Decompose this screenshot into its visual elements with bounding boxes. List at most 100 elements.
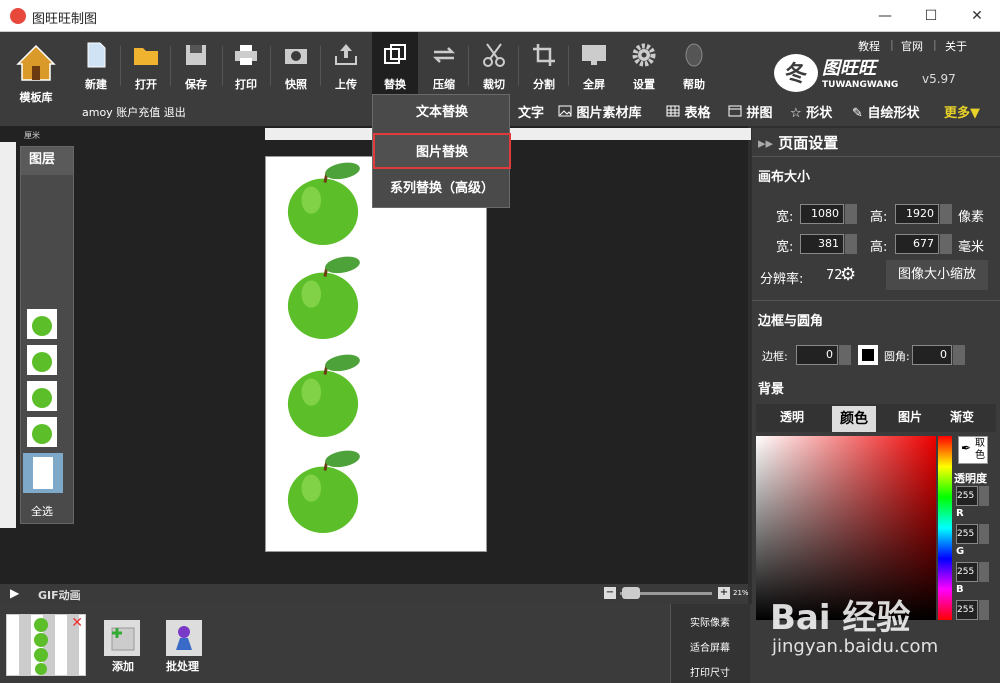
frame-thumb[interactable]: ✕ [6,614,86,676]
scissors-icon [483,43,505,67]
layer-thumb[interactable] [27,345,57,375]
more-button[interactable]: 更多▼ [944,102,980,121]
layers-panel: 图层 全选 [20,146,74,524]
red-stepper[interactable] [979,524,989,544]
layer-thumb[interactable] [27,309,57,339]
zoom-handle[interactable] [622,587,640,599]
maximize-button[interactable]: ☐ [908,0,954,32]
apple-icon [32,316,52,336]
link-about[interactable]: 关于 [945,38,967,54]
text-replace-item[interactable]: 文本替换 [373,95,511,131]
zoom-in-button[interactable]: + [718,587,730,599]
hue-slider[interactable] [938,436,952,620]
cut-button[interactable]: 裁切 [472,36,516,96]
minimize-button[interactable]: — [862,0,908,32]
delete-frame-icon[interactable]: ✕ [71,615,83,631]
layer-thumb[interactable] [27,381,57,411]
table-icon [666,105,680,117]
image-replace-item[interactable]: 图片替换 [373,133,511,169]
zoom-out-button[interactable]: − [604,587,616,599]
eyedropper-button[interactable]: ✒ 取色 [958,436,988,464]
series-replace-item[interactable]: 系列替换（高级） [373,171,511,207]
apple-image[interactable] [284,353,362,441]
height-mm-input[interactable]: 677 [895,234,939,254]
table-tool[interactable]: 表格 [666,102,711,121]
blue-stepper[interactable] [979,600,989,620]
play-icon[interactable]: ▶ [10,586,19,600]
monitor-icon [582,45,606,65]
design-canvas[interactable] [265,156,487,552]
radius-input[interactable]: 0 [912,345,952,365]
height-px-input[interactable]: 1920 [895,204,939,224]
apple-image[interactable] [284,255,362,343]
eyedropper-icon: ✒ [961,441,972,455]
star-icon: ☆ [790,106,802,121]
watermark-logo: Bai 经验 [770,598,911,638]
gif-bar: ▶ GIF动画 − + 21% [0,584,749,604]
save-button[interactable]: 保存 [174,36,218,96]
collage-tool[interactable]: 拼图 [728,102,773,121]
save-icon [186,45,206,65]
replace-button[interactable]: 替换 [372,32,418,96]
gif-label[interactable]: GIF动画 [38,587,81,603]
snapshot-button[interactable]: 快照 [274,36,318,96]
template-library-button[interactable]: 模板库 [10,44,62,105]
apple-image[interactable] [284,449,362,537]
width-mm-input[interactable]: 381 [800,234,844,254]
actual-pixels-button[interactable]: 实际像素 [690,614,730,629]
open-button[interactable]: 打开 [124,36,168,96]
tab-transparent[interactable]: 透明 [780,408,804,425]
red-input[interactable]: 255 [956,524,978,544]
crop-icon [533,44,555,66]
settings-button[interactable]: 设置 [622,36,666,96]
window-title: 图旺旺制图 [32,12,98,27]
height-px-stepper[interactable] [940,204,952,224]
batch-label: 批处理 [166,660,199,673]
layer-background-thumb[interactable] [23,453,63,493]
fullscreen-button[interactable]: 全屏 [572,36,616,96]
width-px-input[interactable]: 1080 [800,204,844,224]
width-mm-stepper[interactable] [845,234,857,254]
help-button[interactable]: 帮助 [672,36,716,96]
border-stepper[interactable] [839,345,851,365]
apple-image[interactable] [284,161,362,249]
tab-image[interactable]: 图片 [898,408,922,425]
opacity-input[interactable]: 255 [956,486,978,506]
fit-screen-button[interactable]: 适合屏幕 [690,639,730,654]
print-size-button[interactable]: 打印尺寸 [690,664,730,679]
border-color-swatch[interactable] [858,345,878,365]
tab-gradient[interactable]: 渐变 [950,408,974,425]
new-button[interactable]: 新建 [74,36,118,96]
opacity-stepper[interactable] [979,486,989,506]
image-library-tool[interactable]: 图片素材库 [558,102,642,121]
tab-color[interactable]: 颜色 [832,406,876,432]
width-px-stepper[interactable] [845,204,857,224]
compress-button[interactable]: 压缩 [422,36,466,96]
penguin-icon [685,43,703,67]
freeform-shape-tool[interactable]: ✎ 自绘形状 [852,102,919,121]
shape-tool[interactable]: ☆ 形状 [790,102,832,121]
split-button[interactable]: 分割 [522,36,566,96]
print-button[interactable]: 打印 [224,36,268,96]
upload-button[interactable]: 上传 [324,36,368,96]
close-button[interactable]: ✕ [954,0,1000,32]
batch-button[interactable] [166,620,202,656]
blue-input[interactable]: 255 [956,600,978,620]
text-tool[interactable]: 文字 [518,102,544,121]
height-mm-stepper[interactable] [940,234,952,254]
green-input[interactable]: 255 [956,562,978,582]
select-all-button[interactable]: 全选 [31,503,53,519]
border-input[interactable]: 0 [796,345,838,365]
radius-stepper[interactable] [953,345,965,365]
apple-icon [32,388,52,408]
resize-image-button[interactable]: 图像大小缩放 [886,260,988,290]
layer-thumb[interactable] [27,417,57,447]
add-frame-button[interactable] [104,620,140,656]
version-label: v5.97 [922,72,956,86]
camera-icon [285,49,307,64]
zoom-level: 21% [733,589,749,597]
account-links[interactable]: amoy 账户充值 退出 [82,104,186,120]
gear-icon[interactable]: ⚙ [840,264,856,285]
new-file-icon [87,42,106,68]
green-stepper[interactable] [979,562,989,582]
